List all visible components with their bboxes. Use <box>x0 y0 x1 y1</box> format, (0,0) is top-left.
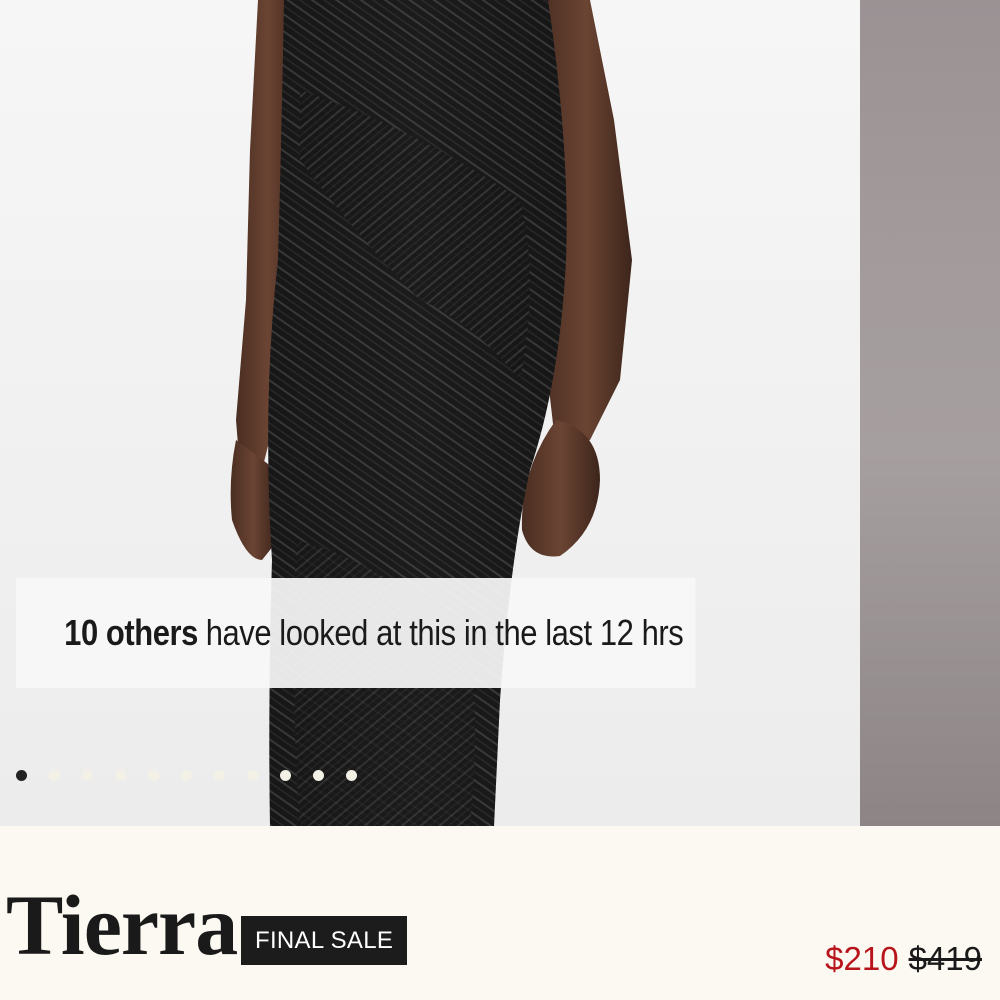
carousel-dot[interactable] <box>280 770 291 781</box>
carousel-dot[interactable] <box>313 770 324 781</box>
carousel-dot[interactable] <box>49 770 60 781</box>
price-block: $210 $419 <box>825 940 982 978</box>
carousel-dot[interactable] <box>16 770 27 781</box>
recent-views-count: 10 others <box>64 612 198 653</box>
carousel-dot[interactable] <box>115 770 126 781</box>
product-image-main[interactable] <box>0 0 860 826</box>
dress-photo <box>230 0 632 826</box>
recent-views-text: have looked at this in the last 12 hrs <box>205 612 684 653</box>
carousel-dot[interactable] <box>82 770 93 781</box>
product-image-carousel[interactable]: 10 others have looked at this in the las… <box>0 0 1000 826</box>
carousel-dot[interactable] <box>214 770 225 781</box>
recent-views-banner: 10 others have looked at this in the las… <box>16 578 696 688</box>
carousel-dot[interactable] <box>346 770 357 781</box>
product-image-next-peek[interactable] <box>860 0 1000 826</box>
product-page: 10 others have looked at this in the las… <box>0 0 1000 1000</box>
carousel-dot[interactable] <box>181 770 192 781</box>
carousel-pagination <box>16 770 357 781</box>
final-sale-badge: FINAL SALE <box>241 916 408 965</box>
product-title: Tierra <box>6 877 238 973</box>
sale-price: $210 <box>825 940 899 977</box>
original-price: $419 <box>908 940 982 977</box>
carousel-dot[interactable] <box>148 770 159 781</box>
carousel-dot[interactable] <box>247 770 258 781</box>
